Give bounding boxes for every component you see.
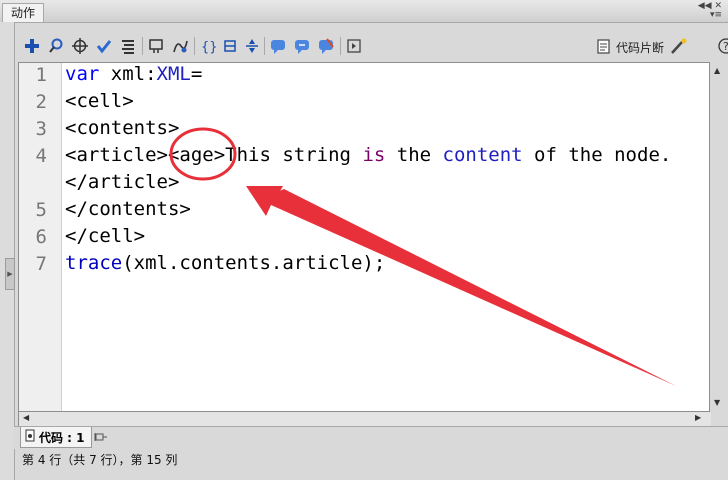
tab-code-1[interactable]: 代码 : 1 bbox=[20, 427, 92, 448]
check-syntax-icon[interactable] bbox=[94, 36, 114, 56]
apply-line-comment-icon[interactable] bbox=[292, 36, 312, 56]
code-line-6: </cell> bbox=[65, 225, 146, 247]
help-icon[interactable]: ? bbox=[718, 37, 728, 58]
function-token: trace bbox=[65, 252, 123, 274]
code-token: <age> bbox=[167, 144, 226, 166]
scroll-down-icon[interactable]: ▼ bbox=[714, 398, 720, 407]
line-number: 6 bbox=[35, 226, 47, 248]
left-collapse-strip: ▶ bbox=[0, 22, 15, 480]
code-token: = bbox=[190, 63, 203, 85]
code-line-5: </contents> bbox=[65, 198, 191, 220]
code-line-1: var xml:XML= bbox=[65, 63, 203, 88]
status-bar: 第 4 行（共 7 行），第 15 列 bbox=[22, 453, 178, 467]
code-snippets-label: 代码片断 bbox=[616, 40, 665, 55]
find-icon[interactable] bbox=[46, 36, 66, 56]
line-number: 3 bbox=[35, 118, 47, 140]
code-line-3: <contents> bbox=[65, 117, 180, 139]
code-token: <article> bbox=[65, 144, 168, 166]
target-icon[interactable] bbox=[70, 36, 90, 56]
keyword-token: content bbox=[442, 144, 523, 166]
debug-options-icon[interactable] bbox=[170, 36, 190, 56]
add-statement-icon[interactable] bbox=[22, 36, 42, 56]
toolbox-collapse-handle[interactable]: ▶ bbox=[5, 258, 15, 290]
auto-format-icon[interactable] bbox=[118, 36, 138, 56]
code-line-7: trace(xml.contents.article); bbox=[65, 250, 385, 277]
code-token: the bbox=[385, 144, 443, 166]
keyword-token: is bbox=[362, 144, 386, 166]
vertical-scrollbar[interactable]: ▲ ▼ bbox=[710, 62, 726, 412]
type-token: XML bbox=[156, 63, 191, 85]
toolbar-separator bbox=[340, 37, 341, 55]
remove-comment-icon[interactable] bbox=[316, 36, 336, 56]
toolbar-separator bbox=[142, 37, 143, 55]
script-file-icon bbox=[25, 429, 35, 445]
collapse-between-braces-icon[interactable]: {} bbox=[198, 36, 218, 56]
line-number: 4 bbox=[35, 145, 47, 167]
line-number: 1 bbox=[35, 64, 47, 86]
toolbar-separator bbox=[264, 37, 265, 55]
code-snippets-icon bbox=[596, 38, 612, 57]
line-number: 2 bbox=[35, 91, 47, 113]
line-number: 7 bbox=[35, 253, 47, 275]
code-snippets-button[interactable]: 代码片断 bbox=[596, 37, 688, 57]
scroll-up-icon[interactable]: ▲ bbox=[714, 66, 720, 75]
code-token: This string bbox=[225, 144, 363, 166]
code-line-2: <cell> bbox=[65, 90, 134, 112]
apply-block-comment-icon[interactable] bbox=[268, 36, 288, 56]
panel-title-bar: 动作 ◀◀ ✕ ▾≡ bbox=[0, 0, 728, 23]
keyword-token: var bbox=[65, 63, 100, 85]
script-tabs-bar: 代码 : 1 bbox=[14, 426, 728, 449]
script-editor[interactable]: 1 2 3 4 5 6 7 var xml:XML= <cell> <conte… bbox=[18, 62, 710, 412]
svg-text:?: ? bbox=[723, 40, 728, 53]
code-token: (xml.contents.article); bbox=[122, 252, 386, 274]
panel-title-tab[interactable]: 动作 bbox=[2, 3, 45, 22]
scroll-right-icon[interactable]: ▶ bbox=[695, 413, 701, 422]
panel-controls: ◀◀ ✕ ▾≡ bbox=[698, 2, 722, 20]
tab-label: 代码 : 1 bbox=[39, 430, 85, 445]
pin-script-icon[interactable] bbox=[94, 431, 108, 446]
svg-text:{}: {} bbox=[201, 40, 216, 54]
line-number-gutter: 1 2 3 4 5 6 7 bbox=[19, 63, 62, 411]
panel-menu-icon[interactable]: ▾≡ bbox=[710, 10, 722, 20]
code-hint-icon[interactable] bbox=[146, 36, 166, 56]
code-line-4: <article><age>This string is the content… bbox=[65, 142, 671, 169]
code-line-4-wrap: </article> bbox=[65, 171, 180, 193]
actions-toolbar: {} 代码片断 ? bbox=[14, 34, 728, 58]
scroll-left-icon[interactable]: ◀ bbox=[23, 413, 29, 422]
expand-all-icon[interactable] bbox=[242, 36, 262, 56]
line-number: 5 bbox=[35, 199, 47, 221]
magic-wand-icon[interactable] bbox=[668, 37, 688, 58]
code-token: xml: bbox=[99, 63, 157, 85]
code-token: of the node. bbox=[522, 144, 672, 166]
collapse-selection-icon[interactable] bbox=[220, 36, 240, 56]
horizontal-scrollbar[interactable]: ◀ ▶ bbox=[18, 412, 711, 426]
show-hide-toolbox-icon[interactable] bbox=[344, 36, 364, 56]
toolbar-separator bbox=[194, 37, 195, 55]
